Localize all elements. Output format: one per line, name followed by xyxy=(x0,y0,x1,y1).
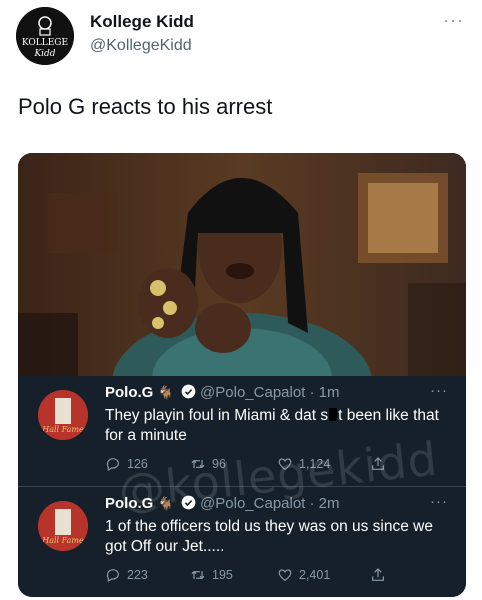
share-icon xyxy=(372,457,384,470)
tweet-media[interactable]: Hall Fame Polo.G 🐐 @Polo_Capalot · 1m ··… xyxy=(18,153,466,597)
share-button[interactable] xyxy=(370,567,386,583)
embed-text: 1 of the officers told us they was on us… xyxy=(105,518,433,555)
more-icon[interactable]: ··· xyxy=(443,10,464,31)
goat-emoji: 🐐 xyxy=(157,385,174,400)
retweet-button[interactable]: 195 xyxy=(190,567,233,583)
retweet-count: 195 xyxy=(212,568,233,582)
embed-header: Polo.G 🐐 @Polo_Capalot · 2m xyxy=(105,495,340,512)
embed-text-part: They playin foul in Miami & dat s xyxy=(105,407,329,424)
embed-name[interactable]: Polo.G xyxy=(105,495,153,512)
embedded-tweet[interactable]: Hall Fame Polo.G 🐐 @Polo_Capalot · 2m ··… xyxy=(18,486,466,597)
embed-handle[interactable]: @Polo_Capalot xyxy=(200,384,305,401)
share-icon xyxy=(372,568,384,581)
svg-text:Hall Fame: Hall Fame xyxy=(41,536,84,545)
photo-thumbnail[interactable] xyxy=(18,153,466,376)
svg-text:Hall Fame: Hall Fame xyxy=(41,425,84,434)
svg-text:KOLLEGE: KOLLEGE xyxy=(22,38,68,48)
like-count: 1,124 xyxy=(299,457,331,471)
tweet-text: Polo G reacts to his arrest xyxy=(18,94,273,119)
verified-icon xyxy=(181,495,196,510)
author-handle[interactable]: @KollegeKidd xyxy=(90,37,192,55)
embed-time: · 1m xyxy=(309,384,340,401)
photo-image xyxy=(18,153,466,376)
tweet-actions: 126 96 1,124 xyxy=(105,456,425,476)
embed-text: They playin foul in Miami & dat st been … xyxy=(105,406,450,446)
embedded-tweet[interactable]: Hall Fame Polo.G 🐐 @Polo_Capalot · 1m ··… xyxy=(18,376,466,486)
embed-avatar[interactable]: Hall Fame xyxy=(38,501,88,551)
author-name[interactable]: Kollege Kidd xyxy=(90,12,194,32)
svg-text:Kidd: Kidd xyxy=(33,49,55,59)
tweet-header: KOLLEGE Kidd Kollege Kidd @KollegeKidd ·… xyxy=(0,0,482,80)
author-avatar[interactable]: KOLLEGE Kidd xyxy=(16,7,74,65)
embed-handle[interactable]: @Polo_Capalot xyxy=(200,495,305,512)
retweet-button[interactable]: 96 xyxy=(190,456,226,472)
reply-button[interactable]: 126 xyxy=(105,456,148,472)
censor-bar xyxy=(329,408,338,421)
embed-name[interactable]: Polo.G xyxy=(105,384,153,401)
like-button[interactable]: 1,124 xyxy=(277,456,330,472)
more-icon[interactable]: ··· xyxy=(430,382,448,399)
reply-button[interactable]: 223 xyxy=(105,567,148,583)
polo-g-avatar: Hall Fame xyxy=(38,390,88,440)
reply-icon xyxy=(106,569,119,583)
embed-header: Polo.G 🐐 @Polo_Capalot · 1m xyxy=(105,384,340,401)
retweet-count: 96 xyxy=(212,457,226,471)
verified-icon xyxy=(181,384,196,399)
more-icon[interactable]: ··· xyxy=(430,493,448,510)
reply-icon xyxy=(106,458,119,472)
kollege-kidd-logo: KOLLEGE Kidd xyxy=(16,7,74,65)
like-button[interactable]: 2,401 xyxy=(277,567,330,583)
share-button[interactable] xyxy=(370,456,386,472)
reply-count: 126 xyxy=(127,457,148,471)
embed-time: · 2m xyxy=(309,495,340,512)
goat-emoji: 🐐 xyxy=(157,496,174,511)
tweet-actions: 223 195 2,401 xyxy=(105,567,425,587)
like-count: 2,401 xyxy=(299,568,331,582)
polo-g-avatar: Hall Fame xyxy=(38,501,88,551)
reply-count: 223 xyxy=(127,568,148,582)
embed-avatar[interactable]: Hall Fame xyxy=(38,390,88,440)
heart-icon xyxy=(278,569,292,582)
retweet-icon xyxy=(191,459,205,469)
retweet-icon xyxy=(191,570,205,580)
heart-icon xyxy=(278,458,292,471)
